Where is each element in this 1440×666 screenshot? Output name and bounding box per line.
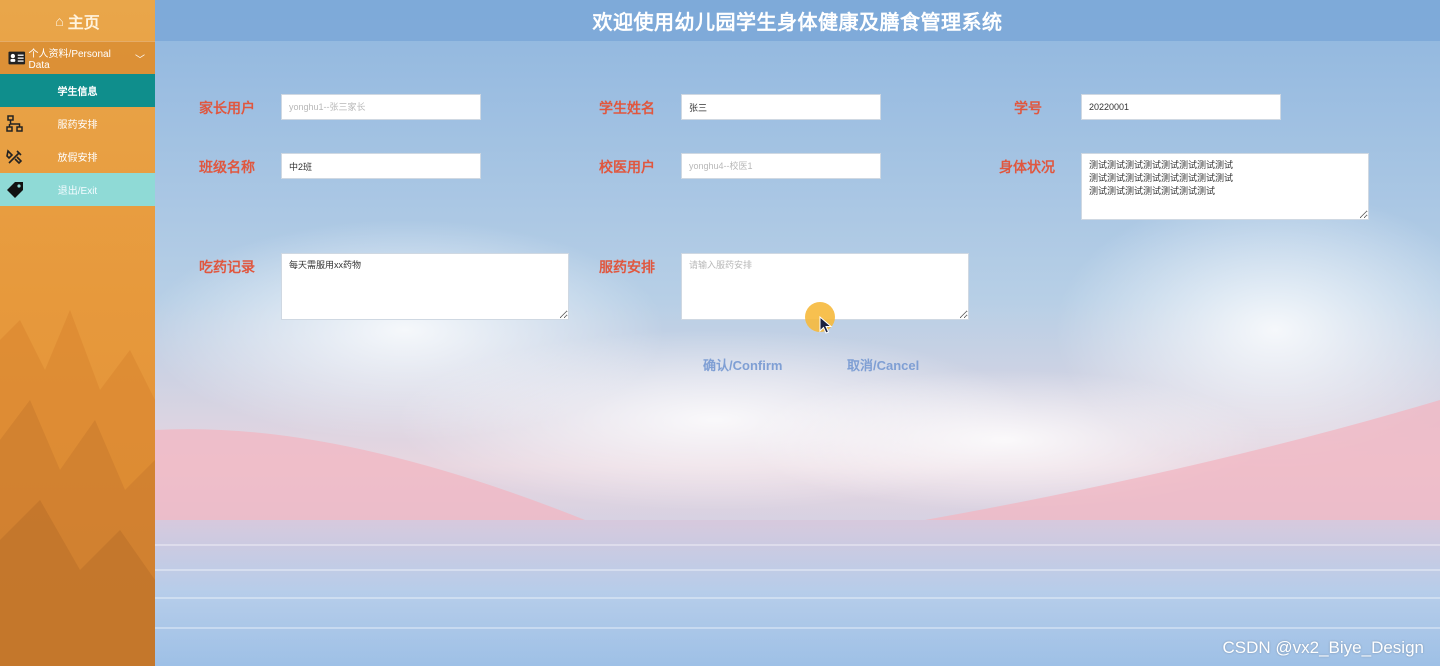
health-label: 身体状况 (999, 159, 1055, 175)
id-card-icon (8, 51, 26, 65)
doctor-user-label: 校医用户 (599, 159, 655, 175)
confirm-button[interactable]: 确认/Confirm (703, 355, 782, 374)
sidebar-item-holiday[interactable]: 放假安排 (0, 140, 155, 173)
cancel-button[interactable]: 取消/Cancel (847, 355, 919, 374)
medicine-record-textarea[interactable]: 每天需服用xx药物 (281, 253, 569, 320)
personal-data-label: 个人资料/Personal Data (28, 49, 111, 71)
home-link[interactable]: ⌂ 主页 (0, 0, 155, 41)
sidebar-item-exit[interactable]: 退出/Exit (0, 173, 155, 206)
mouse-pointer-icon (819, 316, 833, 334)
header-bar: 欢迎使用幼儿园学生身体健康及膳食管理系统 (155, 0, 1440, 41)
watermark: CSDN @vx2_Biye_Design (1222, 638, 1424, 657)
student-no-label: 学号 (1014, 100, 1042, 116)
student-no-field[interactable] (1081, 94, 1281, 120)
medicine-plan-label: 服药安排 (599, 259, 655, 275)
medicine-record-label: 吃药记录 (199, 259, 255, 275)
mountain-decoration (0, 310, 155, 666)
class-name-field[interactable] (281, 153, 481, 179)
tag-icon (7, 182, 23, 198)
class-name-label: 班级名称 (199, 159, 255, 175)
personal-data-group[interactable]: 个人资料/Personal Data ﹀ (0, 41, 155, 74)
home-label: 主页 (67, 14, 100, 32)
student-name-field[interactable] (681, 94, 881, 120)
parent-user-label: 家长用户 (199, 100, 255, 116)
org-chart-icon (6, 115, 23, 132)
sidebar-item-medication[interactable]: 服药安排 (0, 107, 155, 140)
health-textarea[interactable]: 测试测试测试测试测试测试测试测试 测试测试测试测试测试测试测试测试 测试测试测试… (1081, 153, 1369, 220)
sidebar: ⌂ 主页 个人资料/Personal Data ﹀ 学生信息 服药安排 放假安排… (0, 0, 155, 666)
doctor-user-field[interactable] (681, 153, 881, 179)
parent-user-field[interactable] (281, 94, 481, 120)
home-icon: ⌂ (55, 12, 64, 29)
student-name-label: 学生姓名 (599, 100, 655, 116)
tools-icon (6, 149, 23, 165)
sidebar-item-label: 学生信息 (57, 87, 98, 98)
chevron-down-icon: ﹀ (135, 54, 145, 66)
page-title: 欢迎使用幼儿园学生身体健康及膳食管理系统 (592, 12, 1003, 34)
sidebar-item-student-info[interactable]: 学生信息 (0, 74, 155, 107)
main-content: 欢迎使用幼儿园学生身体健康及膳食管理系统 家长用户 学生姓名 学号 班级名称 校… (155, 0, 1440, 666)
